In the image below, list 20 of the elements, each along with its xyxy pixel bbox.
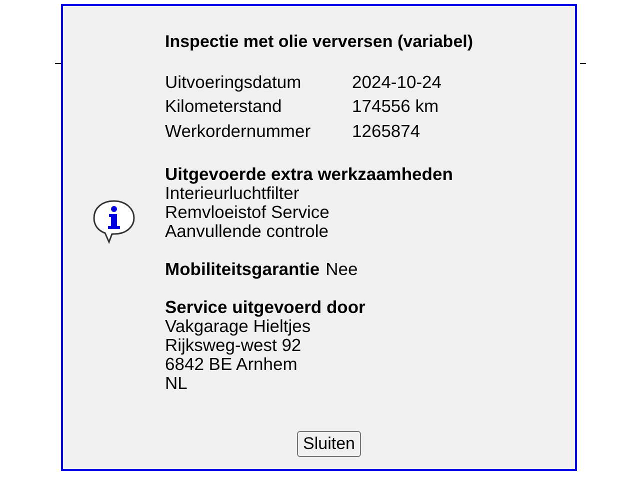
work-item: Remvloeistof Service: [165, 202, 330, 222]
section-heading: Service uitgevoerd door: [165, 298, 366, 316]
detail-value: 1265874: [352, 120, 422, 143]
section-heading: Uitgevoerde extra werkzaamheden: [165, 164, 454, 184]
mobility-label: Mobiliteitsgarantie: [165, 260, 320, 278]
detail-label: Uitvoeringsdatum: [165, 70, 302, 94]
work-item: Interieurluchtfilter: [165, 184, 300, 202]
detail-value: 2024-10-24: [352, 70, 442, 94]
address-line: NL: [165, 374, 188, 392]
detail-label: Kilometerstand: [165, 95, 283, 118]
address-line: Vakgarage Hieltjes: [165, 316, 311, 336]
detail-value: 174556 km: [352, 95, 440, 118]
dialog-title: Inspectie met olie verversen (variabel): [165, 32, 474, 52]
address-line: Rijksweg-west 92: [165, 336, 302, 354]
detail-label: Werkordernummer: [165, 120, 312, 143]
close-button[interactable]: Sluiten: [297, 431, 361, 457]
mobility-value: Nee: [326, 260, 358, 278]
work-item: Aanvullende controle: [165, 222, 330, 240]
info-icon: [91, 198, 137, 244]
address-line: 6842 BE Arnhem: [165, 354, 298, 374]
